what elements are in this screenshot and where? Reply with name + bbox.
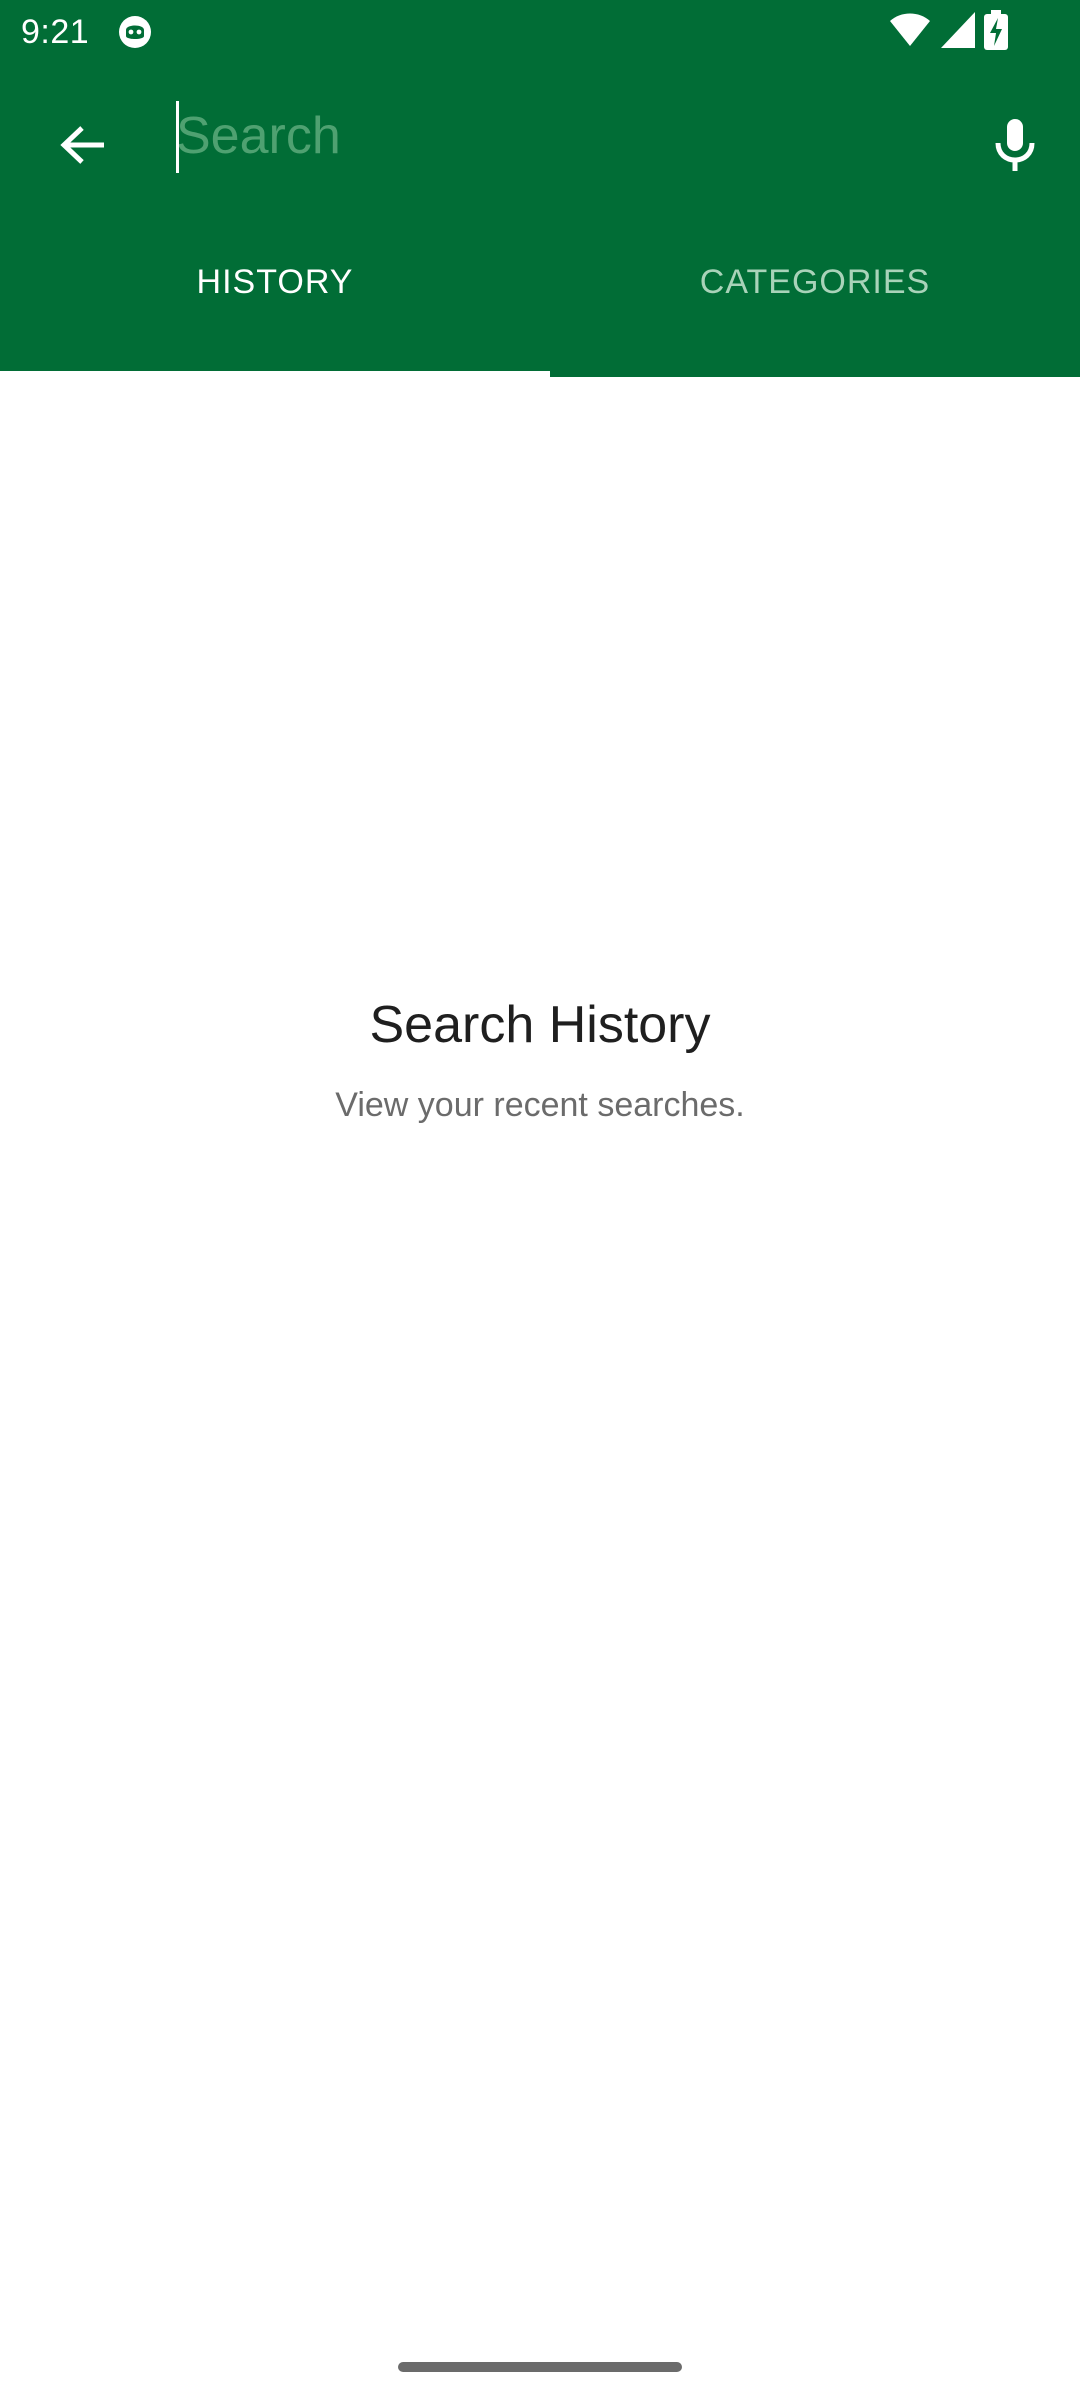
back-button[interactable] xyxy=(38,100,128,190)
microphone-icon xyxy=(995,119,1035,171)
gesture-nav-handle[interactable] xyxy=(398,2362,682,2372)
wifi-icon xyxy=(890,13,930,46)
empty-state-subtitle: View your recent searches. xyxy=(335,1086,745,1124)
tab-history-label: HISTORY xyxy=(196,263,354,301)
text-cursor xyxy=(176,101,179,173)
arrow-back-icon xyxy=(60,126,104,164)
app-bar: 9:21 Search HISTORY CATEGORIES xyxy=(0,0,1080,377)
signal-icon xyxy=(941,12,975,48)
tab-categories-label: CATEGORIES xyxy=(699,263,931,301)
tab-history[interactable]: HISTORY xyxy=(0,222,550,377)
search-input[interactable] xyxy=(176,98,936,174)
tab-bar: HISTORY CATEGORIES xyxy=(0,222,1080,377)
empty-state-title: Search History xyxy=(369,996,711,1054)
selected-tab-indicator xyxy=(0,371,550,377)
search-toolbar xyxy=(0,64,1080,210)
app-notification-icon xyxy=(119,16,151,48)
search-screen: 9:21 Search HISTORY CATEGORIES Search Hi… xyxy=(0,0,1080,2400)
tab-categories[interactable]: CATEGORIES xyxy=(550,222,1080,377)
history-empty-state: Search History View your recent searches… xyxy=(0,990,1080,1128)
status-bar: 9:21 xyxy=(0,0,1080,64)
battery-charging-icon xyxy=(984,10,1008,50)
voice-search-button[interactable] xyxy=(972,100,1058,190)
status-time: 9:21 xyxy=(21,13,90,51)
